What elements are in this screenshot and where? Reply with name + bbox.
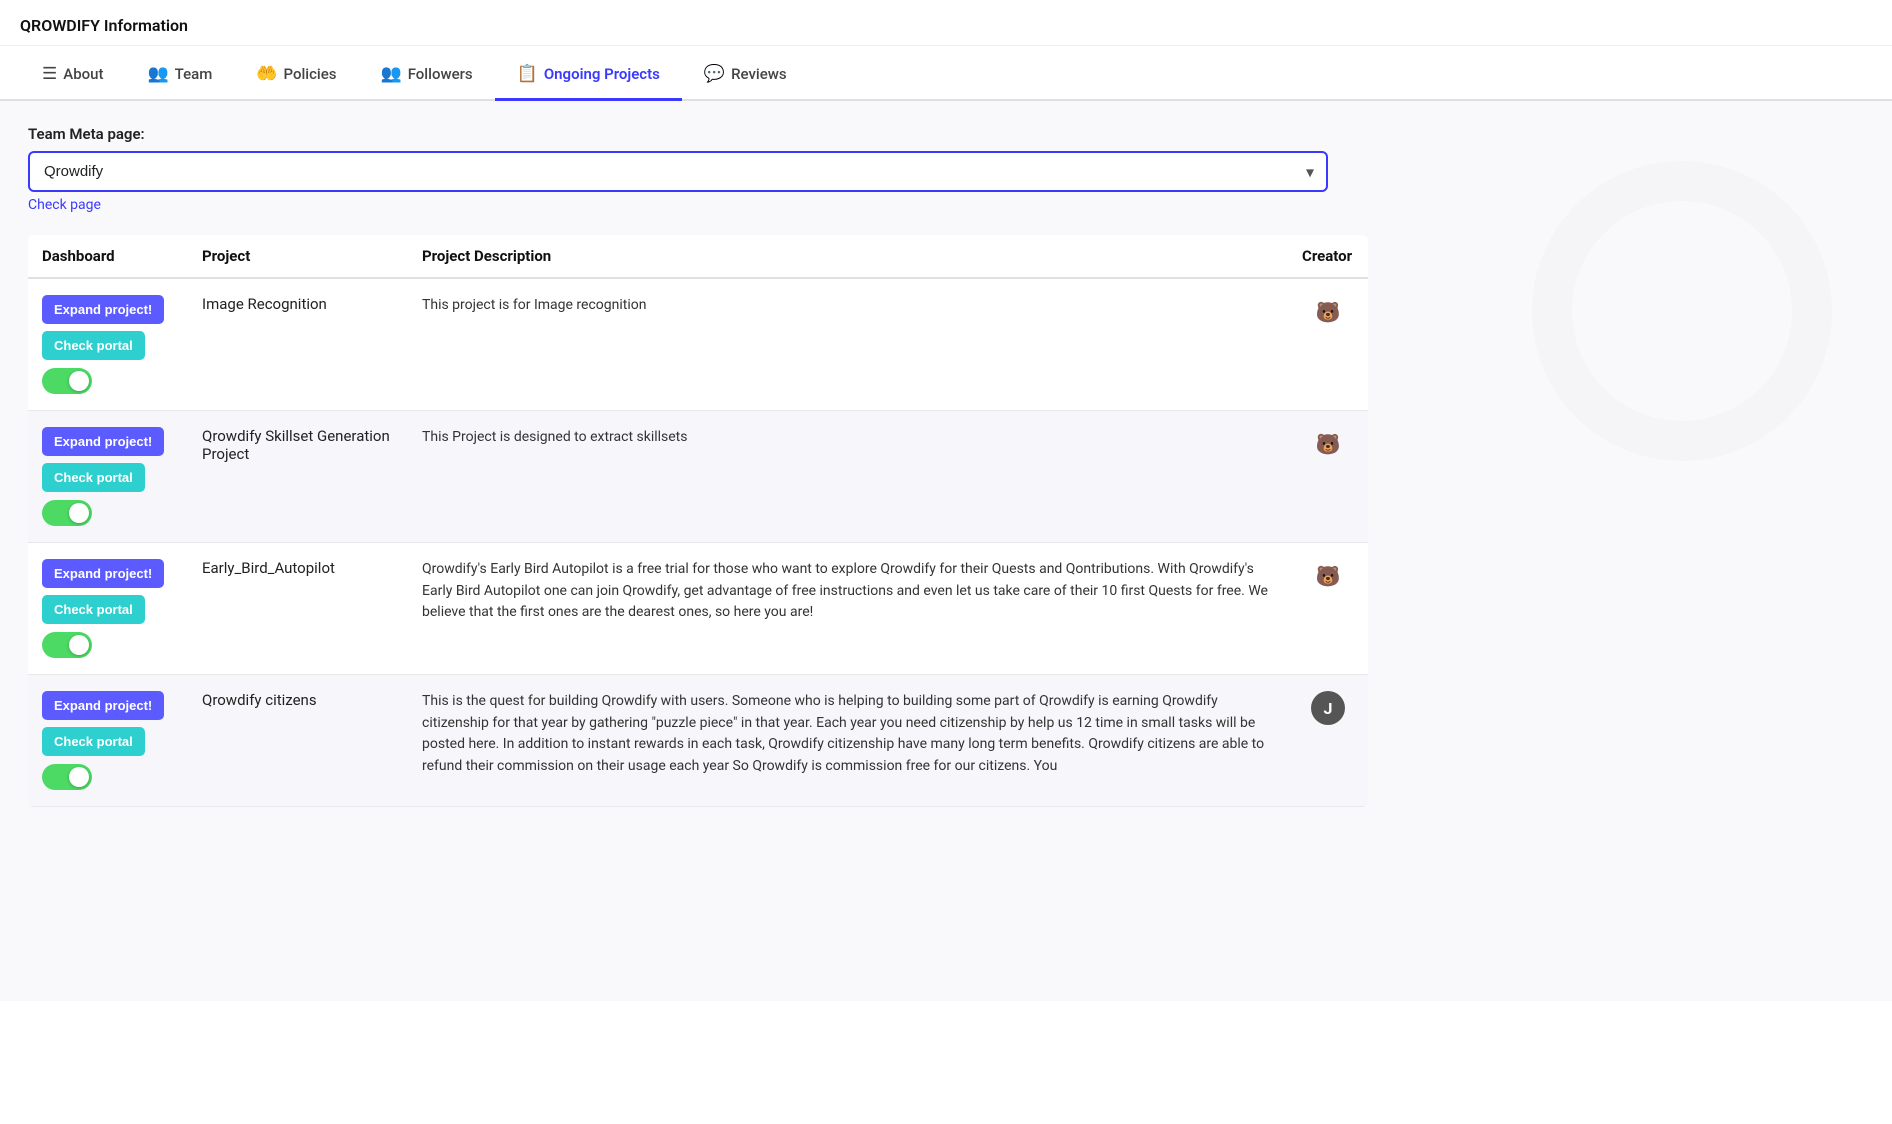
creator-cell-2: 🐻	[1288, 411, 1368, 543]
tab-team[interactable]: 👥 Team	[125, 46, 234, 101]
expand-project-button-3[interactable]: Expand project!	[42, 559, 164, 588]
team-select[interactable]: Qrowdify Option 2 Option 3	[28, 151, 1328, 192]
tab-ongoing-projects[interactable]: 📋 Ongoing Projects	[495, 46, 682, 101]
project-description-4: This is the quest for building Qrowdify …	[422, 693, 1264, 774]
project-toggle-3[interactable]	[42, 632, 92, 658]
page-title: QROWDIFY Information	[0, 0, 1892, 46]
project-name-cell-3: Early_Bird_Autopilot	[188, 543, 408, 675]
toggle-thumb-1	[69, 371, 89, 391]
project-name-cell-4: Qrowdify citizens	[188, 675, 408, 807]
table-row: Expand project! Check portal Qrowdify ci…	[28, 675, 1368, 807]
table-row: Expand project! Check portal Image Recog…	[28, 278, 1368, 411]
creator-avatar-2: 🐻	[1311, 427, 1345, 461]
toggle-wrapper-2	[42, 500, 174, 526]
expand-project-button-2[interactable]: Expand project!	[42, 427, 164, 456]
projects-table: Dashboard Project Project Description Cr…	[28, 235, 1368, 807]
tab-followers[interactable]: 👥 Followers	[359, 46, 495, 101]
creator-avatar-4: J	[1311, 691, 1345, 725]
expand-project-button-1[interactable]: Expand project!	[42, 295, 164, 324]
check-page-link[interactable]: Check page	[28, 197, 101, 213]
header-description: Project Description	[408, 235, 1288, 278]
tab-reviews[interactable]: 💬 Reviews	[682, 46, 809, 101]
table-header-row: Dashboard Project Project Description Cr…	[28, 235, 1368, 278]
toggle-thumb-4	[69, 767, 89, 787]
creator-cell-4: J	[1288, 675, 1368, 807]
project-name-3: Early_Bird_Autopilot	[202, 559, 335, 577]
project-name-1: Image Recognition	[202, 295, 327, 313]
main-content: Team Meta page: Qrowdify Option 2 Option…	[0, 101, 1892, 1001]
project-desc-cell-4: This is the quest for building Qrowdify …	[408, 675, 1288, 807]
dashboard-cell-1: Expand project! Check portal	[28, 278, 188, 411]
dashboard-cell-4: Expand project! Check portal	[28, 675, 188, 807]
project-toggle-4[interactable]	[42, 764, 92, 790]
project-name-2: Qrowdify Skillset Generation Project	[202, 427, 390, 463]
toggle-wrapper-4	[42, 764, 174, 790]
tab-policies[interactable]: 🤲 Policies	[234, 46, 358, 101]
project-toggle-1[interactable]	[42, 368, 92, 394]
dashboard-cell-2: Expand project! Check portal	[28, 411, 188, 543]
check-portal-button-1[interactable]: Check portal	[42, 331, 145, 360]
table-row: Expand project! Check portal Early_Bird_…	[28, 543, 1368, 675]
check-portal-button-2[interactable]: Check portal	[42, 463, 145, 492]
project-name-cell-2: Qrowdify Skillset Generation Project	[188, 411, 408, 543]
dashboard-cell-3: Expand project! Check portal	[28, 543, 188, 675]
team-select-wrapper: Qrowdify Option 2 Option 3 ▾	[28, 151, 1328, 192]
project-name-cell-1: Image Recognition	[188, 278, 408, 411]
team-icon: 👥	[147, 64, 168, 84]
project-name-4: Qrowdify citizens	[202, 691, 317, 709]
project-description-1: This project is for Image recognition	[422, 297, 646, 313]
tab-bar: ☰ About 👥 Team 🤲 Policies 👥 Followers 📋 …	[0, 46, 1892, 101]
project-desc-cell-1: This project is for Image recognition	[408, 278, 1288, 411]
about-icon: ☰	[42, 64, 57, 84]
table-row: Expand project! Check portal Qrowdify Sk…	[28, 411, 1368, 543]
reviews-icon: 💬	[704, 64, 725, 84]
project-desc-cell-2: This Project is designed to extract skil…	[408, 411, 1288, 543]
header-project: Project	[188, 235, 408, 278]
creator-avatar-3: 🐻	[1311, 559, 1345, 593]
check-portal-button-3[interactable]: Check portal	[42, 595, 145, 624]
expand-project-button-4[interactable]: Expand project!	[42, 691, 164, 720]
project-description-2: This Project is designed to extract skil…	[422, 429, 688, 445]
policies-icon: 🤲	[256, 64, 277, 84]
toggle-thumb-2	[69, 503, 89, 523]
tab-about[interactable]: ☰ About	[20, 46, 125, 101]
project-description-3: Qrowdify's Early Bird Autopilot is a fre…	[422, 561, 1268, 620]
project-desc-cell-3: Qrowdify's Early Bird Autopilot is a fre…	[408, 543, 1288, 675]
toggle-wrapper-3	[42, 632, 174, 658]
team-meta-section: Team Meta page: Qrowdify Option 2 Option…	[28, 125, 1864, 213]
toggle-thumb-3	[69, 635, 89, 655]
ongoing-icon: 📋	[517, 64, 538, 84]
header-dashboard: Dashboard	[28, 235, 188, 278]
creator-cell-3: 🐻	[1288, 543, 1368, 675]
followers-icon: 👥	[381, 64, 402, 84]
header-creator: Creator	[1288, 235, 1368, 278]
creator-cell-1: 🐻	[1288, 278, 1368, 411]
creator-avatar-1: 🐻	[1311, 295, 1345, 329]
toggle-wrapper-1	[42, 368, 174, 394]
team-meta-label: Team Meta page:	[28, 125, 1864, 143]
project-toggle-2[interactable]	[42, 500, 92, 526]
check-portal-button-4[interactable]: Check portal	[42, 727, 145, 756]
